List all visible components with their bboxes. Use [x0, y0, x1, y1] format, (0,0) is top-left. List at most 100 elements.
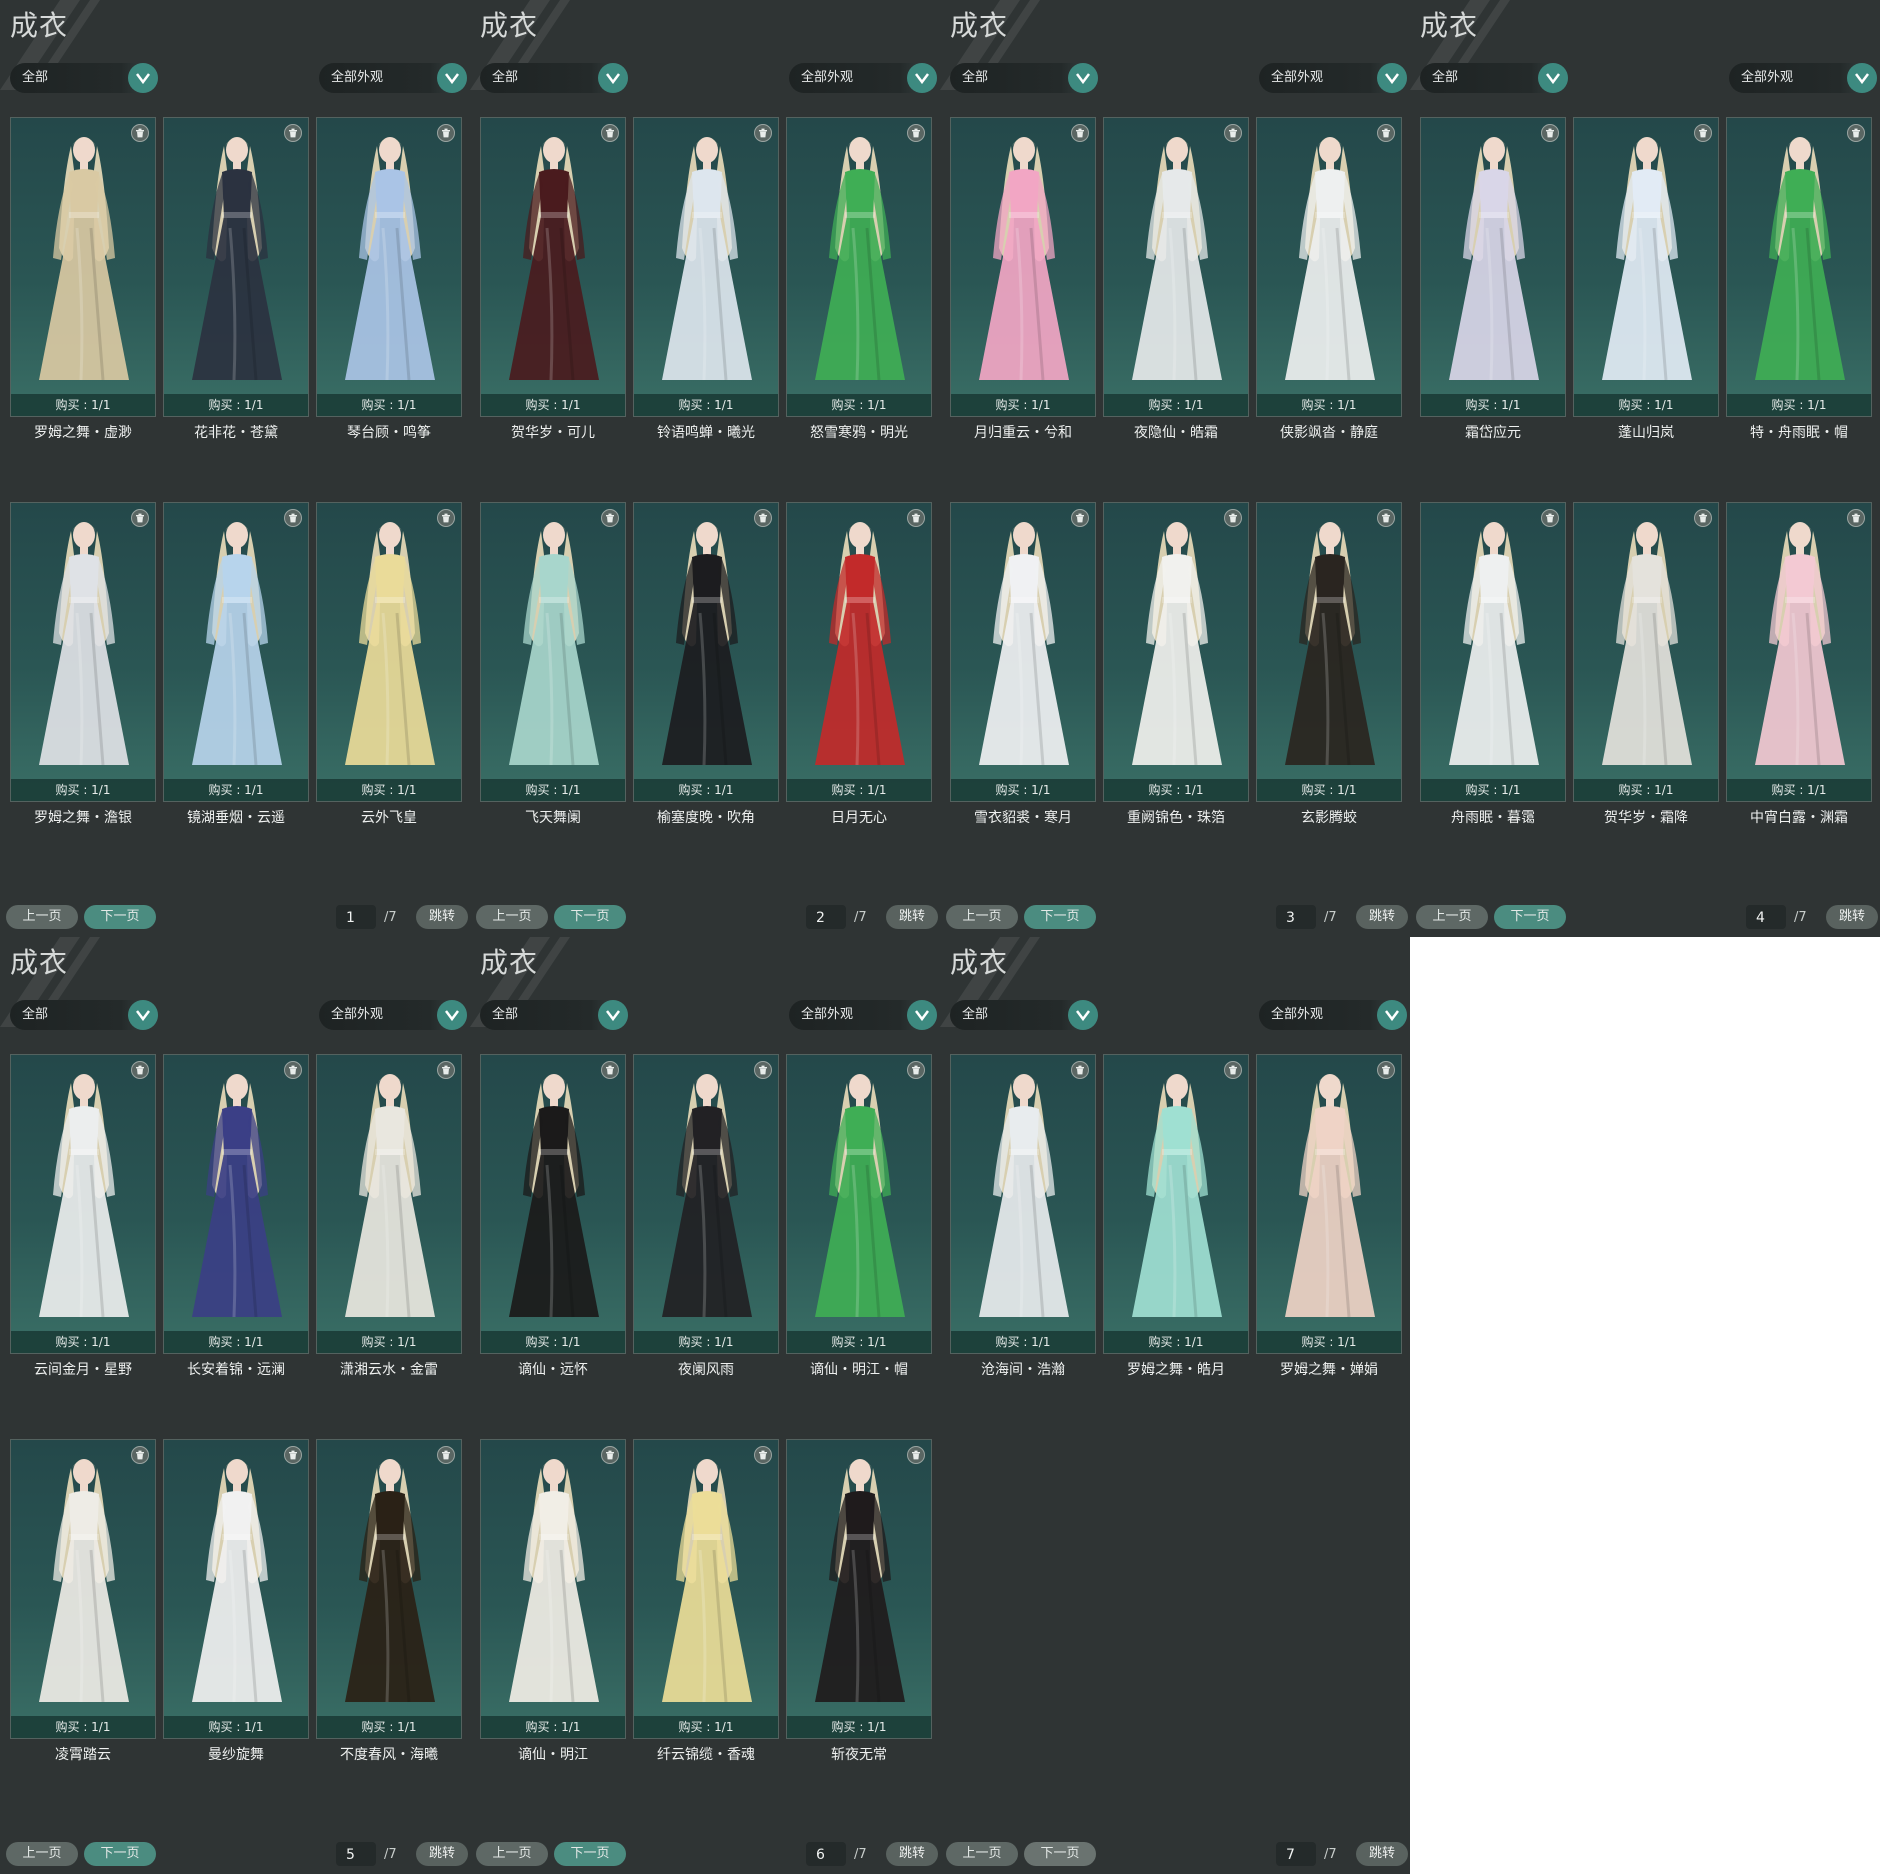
outfit-card[interactable]: 购买 : 1/1 [1726, 502, 1872, 802]
trash-icon[interactable] [754, 124, 772, 142]
outfit-card[interactable]: 购买 : 1/1 [10, 1439, 156, 1739]
trash-icon[interactable] [1071, 509, 1089, 527]
outfit-card[interactable]: 购买 : 1/1 [1256, 502, 1402, 802]
trash-icon[interactable] [907, 124, 925, 142]
outfit-card[interactable]: 购买 : 1/1 [1103, 502, 1249, 802]
page-number-input[interactable]: 6 [806, 1842, 846, 1866]
category-dropdown[interactable]: 全部 [480, 1000, 628, 1030]
outfit-card[interactable]: 购买 : 1/1 [1726, 117, 1872, 417]
chevron-down-icon[interactable] [1068, 1000, 1098, 1030]
outfit-card[interactable]: 购买 : 1/1 [1573, 502, 1719, 802]
chevron-down-icon[interactable] [128, 1000, 158, 1030]
appearance-dropdown[interactable]: 全部外观 [319, 1000, 467, 1030]
chevron-down-icon[interactable] [1377, 63, 1407, 93]
outfit-card[interactable]: 购买 : 1/1 [316, 1054, 462, 1354]
chevron-down-icon[interactable] [437, 63, 467, 93]
trash-icon[interactable] [1377, 1061, 1395, 1079]
page-number-input[interactable]: 7 [1276, 1842, 1316, 1866]
prev-page-button[interactable]: 上一页 [946, 905, 1018, 929]
outfit-card[interactable]: 购买 : 1/1 [786, 502, 932, 802]
chevron-down-icon[interactable] [128, 63, 158, 93]
outfit-card[interactable]: 购买 : 1/1 [950, 502, 1096, 802]
category-dropdown[interactable]: 全部 [10, 1000, 158, 1030]
outfit-card[interactable]: 购买 : 1/1 [480, 1054, 626, 1354]
next-page-button[interactable]: 下一页 [1494, 905, 1566, 929]
trash-icon[interactable] [907, 1446, 925, 1464]
trash-icon[interactable] [754, 509, 772, 527]
outfit-card[interactable]: 购买 : 1/1 [163, 502, 309, 802]
outfit-card[interactable]: 购买 : 1/1 [633, 1439, 779, 1739]
outfit-card[interactable]: 购买 : 1/1 [950, 117, 1096, 417]
trash-icon[interactable] [601, 509, 619, 527]
next-page-button[interactable]: 下一页 [84, 1842, 156, 1866]
trash-icon[interactable] [437, 1061, 455, 1079]
outfit-card[interactable]: 购买 : 1/1 [316, 117, 462, 417]
appearance-dropdown[interactable]: 全部外观 [319, 63, 467, 93]
chevron-down-icon[interactable] [1847, 63, 1877, 93]
trash-icon[interactable] [1071, 124, 1089, 142]
page-number-input[interactable]: 4 [1746, 905, 1786, 929]
jump-button[interactable]: 跳转 [1356, 905, 1408, 929]
category-dropdown[interactable]: 全部 [1420, 63, 1568, 93]
jump-button[interactable]: 跳转 [416, 1842, 468, 1866]
trash-icon[interactable] [1847, 509, 1865, 527]
category-dropdown[interactable]: 全部 [950, 1000, 1098, 1030]
outfit-card[interactable]: 购买 : 1/1 [633, 502, 779, 802]
trash-icon[interactable] [1377, 124, 1395, 142]
trash-icon[interactable] [907, 1061, 925, 1079]
prev-page-button[interactable]: 上一页 [6, 905, 78, 929]
category-dropdown[interactable]: 全部 [480, 63, 628, 93]
trash-icon[interactable] [1377, 509, 1395, 527]
prev-page-button[interactable]: 上一页 [476, 1842, 548, 1866]
trash-icon[interactable] [131, 124, 149, 142]
next-page-button[interactable]: 下一页 [1024, 905, 1096, 929]
outfit-card[interactable]: 购买 : 1/1 [786, 1054, 932, 1354]
next-page-button[interactable]: 下一页 [84, 905, 156, 929]
trash-icon[interactable] [1694, 509, 1712, 527]
trash-icon[interactable] [131, 1446, 149, 1464]
jump-button[interactable]: 跳转 [1826, 905, 1878, 929]
trash-icon[interactable] [1847, 124, 1865, 142]
trash-icon[interactable] [284, 124, 302, 142]
page-number-input[interactable]: 5 [336, 1842, 376, 1866]
appearance-dropdown[interactable]: 全部外观 [1259, 1000, 1407, 1030]
chevron-down-icon[interactable] [907, 63, 937, 93]
trash-icon[interactable] [907, 509, 925, 527]
prev-page-button[interactable]: 上一页 [6, 1842, 78, 1866]
outfit-card[interactable]: 购买 : 1/1 [633, 117, 779, 417]
outfit-card[interactable]: 购买 : 1/1 [480, 1439, 626, 1739]
trash-icon[interactable] [601, 1061, 619, 1079]
chevron-down-icon[interactable] [1377, 1000, 1407, 1030]
trash-icon[interactable] [1071, 1061, 1089, 1079]
chevron-down-icon[interactable] [598, 1000, 628, 1030]
appearance-dropdown[interactable]: 全部外观 [789, 63, 937, 93]
outfit-card[interactable]: 购买 : 1/1 [1420, 117, 1566, 417]
category-dropdown[interactable]: 全部 [950, 63, 1098, 93]
trash-icon[interactable] [1224, 1061, 1242, 1079]
next-page-button[interactable]: 下一页 [554, 1842, 626, 1866]
appearance-dropdown[interactable]: 全部外观 [1259, 63, 1407, 93]
outfit-card[interactable]: 购买 : 1/1 [163, 1054, 309, 1354]
page-number-input[interactable]: 1 [336, 905, 376, 929]
jump-button[interactable]: 跳转 [886, 1842, 938, 1866]
trash-icon[interactable] [437, 124, 455, 142]
trash-icon[interactable] [1224, 124, 1242, 142]
outfit-card[interactable]: 购买 : 1/1 [1256, 117, 1402, 417]
chevron-down-icon[interactable] [1538, 63, 1568, 93]
page-number-input[interactable]: 3 [1276, 905, 1316, 929]
outfit-card[interactable]: 购买 : 1/1 [786, 117, 932, 417]
prev-page-button[interactable]: 上一页 [1416, 905, 1488, 929]
outfit-card[interactable]: 购买 : 1/1 [1573, 117, 1719, 417]
trash-icon[interactable] [754, 1061, 772, 1079]
outfit-card[interactable]: 购买 : 1/1 [480, 117, 626, 417]
trash-icon[interactable] [601, 1446, 619, 1464]
trash-icon[interactable] [284, 1446, 302, 1464]
outfit-card[interactable]: 购买 : 1/1 [1420, 502, 1566, 802]
outfit-card[interactable]: 购买 : 1/1 [1256, 1054, 1402, 1354]
trash-icon[interactable] [1541, 509, 1559, 527]
outfit-card[interactable]: 购买 : 1/1 [10, 502, 156, 802]
jump-button[interactable]: 跳转 [416, 905, 468, 929]
trash-icon[interactable] [1694, 124, 1712, 142]
page-number-input[interactable]: 2 [806, 905, 846, 929]
trash-icon[interactable] [754, 1446, 772, 1464]
